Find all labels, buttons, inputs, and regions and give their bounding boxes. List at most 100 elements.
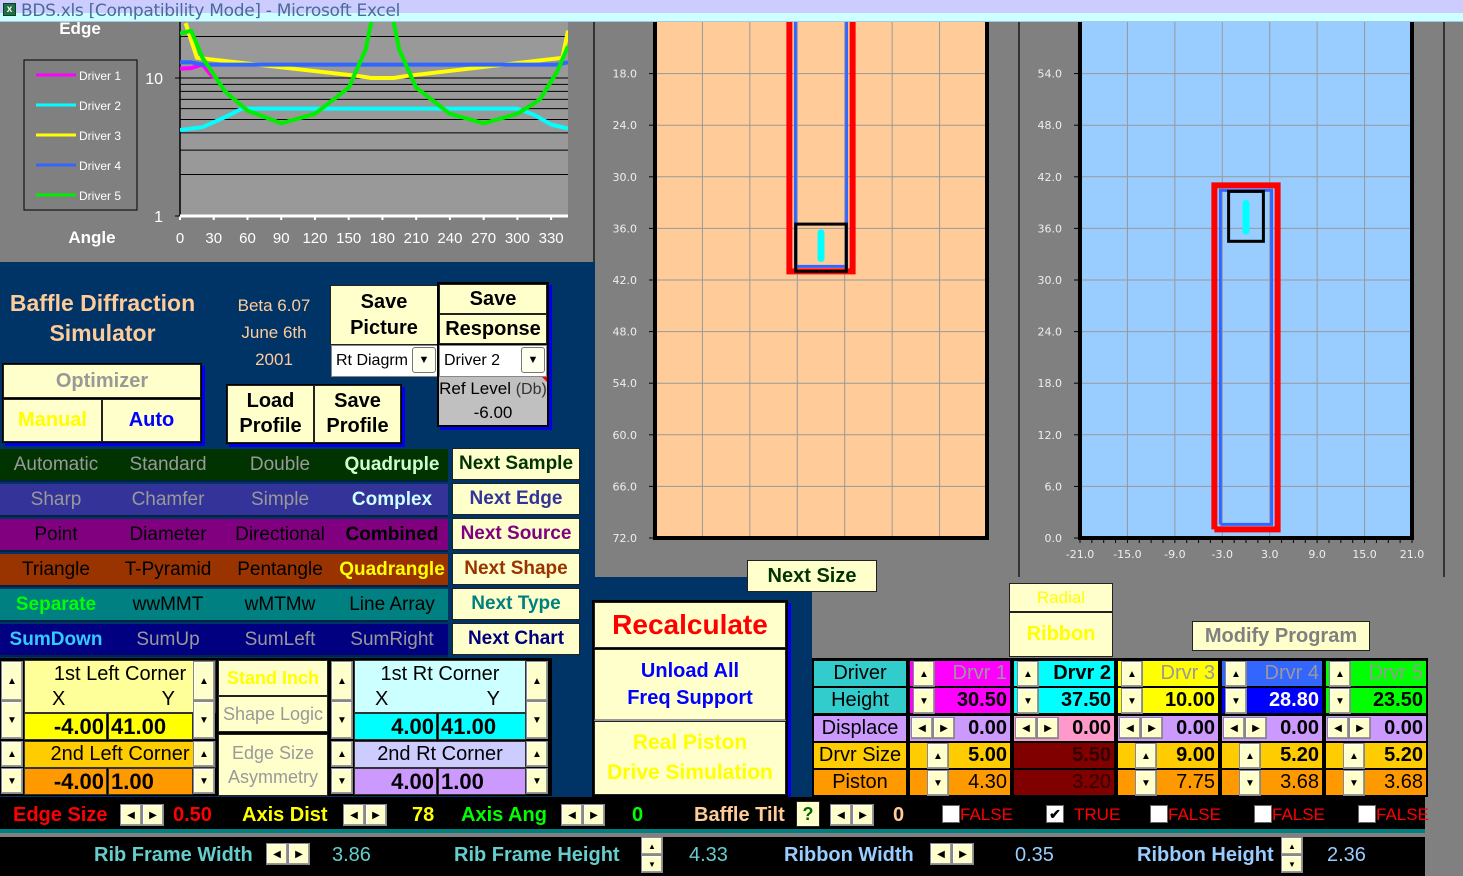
rib-frame-height-down-button[interactable]: ▼	[641, 855, 663, 873]
option-quadrangle[interactable]: Quadrangle	[336, 554, 448, 585]
second-left-down-button[interactable]: ▼	[1, 768, 23, 794]
driver-piston[interactable]: 3.20	[1013, 769, 1115, 796]
first-left-x[interactable]: -4.00	[24, 713, 107, 740]
first-right-y-down-button[interactable]: ▼	[526, 701, 548, 739]
driver-piston[interactable]: 3.68	[1221, 769, 1323, 796]
option-simple[interactable]: Simple	[224, 484, 336, 515]
next-size-button[interactable]: Next Size	[747, 560, 877, 592]
response-button[interactable]: Response	[439, 314, 547, 344]
first-right-y-up-button[interactable]: ▲	[526, 661, 548, 701]
driver-piston[interactable]: 7.75	[1117, 769, 1219, 796]
first-left-down-button[interactable]: ▼	[1, 701, 23, 739]
second-right-y[interactable]: 1.00	[438, 768, 526, 795]
size-down-button[interactable]: ▼	[1239, 770, 1261, 796]
ribbon-height-down-button[interactable]: ▼	[1281, 855, 1303, 873]
rib-frame-height-up-button[interactable]: ▲	[641, 837, 663, 855]
second-left-y-down-button[interactable]: ▼	[193, 768, 215, 794]
size-up-button[interactable]: ▲	[1343, 743, 1365, 769]
driver-enable-checkbox[interactable]	[1150, 805, 1168, 823]
optimizer-button[interactable]: Optimizer	[3, 364, 201, 398]
option-directional[interactable]: Directional	[224, 519, 336, 550]
arrow-left-icon[interactable]: ◀	[1119, 717, 1141, 739]
arrow-left-icon[interactable]: ◀	[911, 717, 933, 739]
ribbon-button[interactable]: Ribbon	[1009, 612, 1113, 657]
option-complex[interactable]: Complex	[336, 484, 448, 515]
displace-spinner[interactable]: ◀ ▶	[1119, 717, 1163, 739]
arrow-right-icon[interactable]: ▶	[933, 717, 955, 739]
option-quadruple[interactable]: Quadruple	[336, 449, 448, 480]
displace-spinner[interactable]: ◀ ▶	[1223, 717, 1267, 739]
first-left-y[interactable]: 41.00	[108, 713, 193, 740]
save-button[interactable]: Save	[439, 284, 547, 314]
auto-button[interactable]: Auto	[102, 399, 201, 442]
stand-inch-button[interactable]: Stand Inch	[218, 660, 328, 696]
option-line-array[interactable]: Line Array	[336, 589, 448, 620]
driver-enable-checkbox[interactable]	[1254, 805, 1272, 823]
arrow-left-icon[interactable]: ◀	[930, 843, 952, 865]
second-right-y-down-button[interactable]: ▼	[526, 768, 548, 794]
arrow-right-icon[interactable]: ▶	[952, 843, 974, 865]
option-double[interactable]: Double	[224, 449, 336, 480]
second-left-up-button[interactable]: ▲	[1, 741, 23, 767]
picture-dropdown[interactable]: Rt Diagrm ▼	[331, 345, 438, 377]
load-profile-button[interactable]: Load Profile	[227, 385, 314, 443]
option-sumup[interactable]: SumUp	[112, 624, 224, 655]
option-sumleft[interactable]: SumLeft	[224, 624, 336, 655]
arrow-left-icon[interactable]: ◀	[1327, 717, 1349, 739]
driver-enable-checkbox[interactable]: ✔	[1046, 805, 1064, 823]
first-right-y[interactable]: 41.00	[438, 713, 526, 740]
help-button[interactable]: ?	[796, 801, 820, 827]
rib-frame-width-spinner[interactable]: ◀ ▶	[266, 843, 310, 865]
driver-size[interactable]: 5.20	[1221, 742, 1323, 769]
arrow-left-icon[interactable]: ◀	[1223, 717, 1245, 739]
second-left-y[interactable]: 1.00	[108, 768, 193, 795]
edge-size-spinner[interactable]: ◀ ▶	[120, 804, 164, 826]
option-separate[interactable]: Separate	[0, 589, 112, 620]
option-pentangle[interactable]: Pentangle	[224, 554, 336, 585]
driver-select-up-button[interactable]: ▲	[1329, 661, 1351, 687]
first-right-x[interactable]: 4.00	[354, 713, 437, 740]
arrow-left-icon[interactable]: ◀	[561, 804, 583, 826]
option-wwmmt[interactable]: wwMMT	[112, 589, 224, 620]
option-chamfer[interactable]: Chamfer	[112, 484, 224, 515]
second-left-x[interactable]: -4.00	[24, 768, 107, 795]
arrow-left-icon[interactable]: ◀	[1015, 717, 1037, 739]
option-sumright[interactable]: SumRight	[336, 624, 448, 655]
height-down-button[interactable]: ▼	[1225, 688, 1247, 714]
option-combined[interactable]: Combined	[336, 519, 448, 550]
size-down-button[interactable]: ▼	[1343, 770, 1365, 796]
arrow-right-icon[interactable]: ▶	[142, 804, 164, 826]
arrow-left-icon[interactable]: ◀	[830, 804, 852, 826]
driver-piston[interactable]: 4.30	[909, 769, 1011, 796]
save-profile-button[interactable]: Save Profile	[314, 385, 401, 443]
option-triangle[interactable]: Triangle	[0, 554, 112, 585]
edge-size-asymmetry-button[interactable]: Edge Size Asymmetry	[218, 734, 328, 796]
size-up-button[interactable]: ▲	[1135, 743, 1157, 769]
driver-size[interactable]: 5.00	[909, 742, 1011, 769]
first-right-up-button[interactable]: ▲	[331, 661, 353, 701]
height-down-button[interactable]: ▼	[1017, 688, 1039, 714]
second-left-y-up-button[interactable]: ▲	[193, 741, 215, 767]
next-shape-button[interactable]: Next Shape	[452, 553, 580, 585]
chevron-down-icon[interactable]: ▼	[412, 347, 436, 373]
next-chart-button[interactable]: Next Chart	[452, 623, 580, 655]
next-sample-button[interactable]: Next Sample	[452, 448, 580, 480]
shape-logic-button[interactable]: Shape Logic	[218, 696, 328, 732]
size-up-button[interactable]: ▲	[1239, 743, 1261, 769]
option-t-pyramid[interactable]: T-Pyramid	[112, 554, 224, 585]
response-dropdown[interactable]: Driver 2 ▼	[439, 345, 547, 377]
displace-spinner[interactable]: ◀ ▶	[911, 717, 955, 739]
size-down-button[interactable]: ▼	[927, 770, 949, 796]
modify-program-button[interactable]: Modify Program	[1192, 621, 1370, 651]
option-sumdown[interactable]: SumDown	[0, 624, 112, 655]
arrow-right-icon[interactable]: ▶	[583, 804, 605, 826]
arrow-right-icon[interactable]: ▶	[1141, 717, 1163, 739]
option-point[interactable]: Point	[0, 519, 112, 550]
arrow-right-icon[interactable]: ▶	[852, 804, 874, 826]
arrow-right-icon[interactable]: ▶	[365, 804, 387, 826]
size-up-button[interactable]: ▲	[927, 743, 949, 769]
option-standard[interactable]: Standard	[112, 449, 224, 480]
next-type-button[interactable]: Next Type	[452, 588, 580, 620]
recalculate-button[interactable]: Recalculate	[594, 602, 786, 648]
option-diameter[interactable]: Diameter	[112, 519, 224, 550]
